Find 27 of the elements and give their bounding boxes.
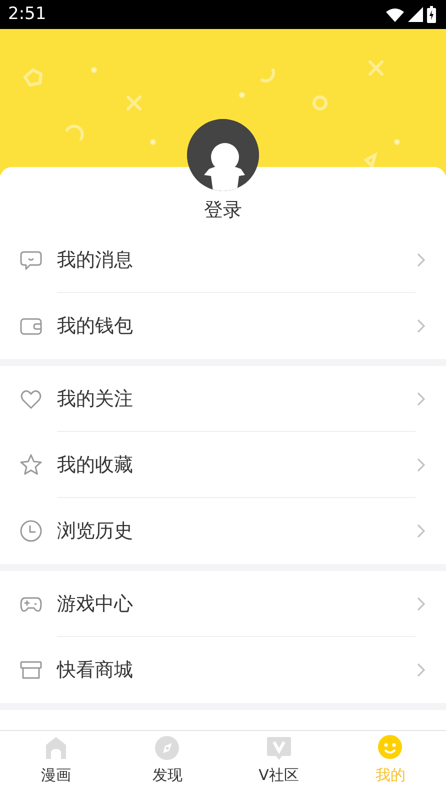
menu-item[interactable]: 我的钱包 (0, 293, 446, 359)
menu-item[interactable]: 快看商城 (0, 637, 446, 703)
smiley-icon (377, 735, 404, 761)
battery-icon (427, 6, 436, 23)
star-icon (19, 453, 43, 477)
chevron-icon (416, 457, 426, 473)
v-bubble-icon (266, 735, 292, 761)
tab[interactable]: V社区 (223, 731, 334, 792)
menu-item[interactable]: 游戏中心 (0, 571, 446, 637)
tab[interactable]: 发现 (112, 731, 223, 792)
signal-icon (408, 7, 423, 22)
status-time: 2:51 (8, 2, 46, 26)
chevron-icon (416, 662, 426, 678)
chevron-icon (416, 523, 426, 539)
login-link[interactable]: 登录 (0, 193, 446, 227)
menu-item[interactable]: 浏览历史 (0, 498, 446, 564)
menu-item[interactable]: 我的消息 (0, 227, 446, 293)
chevron-icon (416, 596, 426, 612)
tab[interactable]: 漫画 (0, 731, 112, 792)
clock-icon (19, 519, 43, 543)
menu-item[interactable]: 我的收藏 (0, 432, 446, 498)
wifi-icon (386, 8, 404, 22)
chevron-icon (416, 318, 426, 334)
compass-icon (154, 735, 180, 761)
chevron-icon (416, 391, 426, 407)
menu-item[interactable]: 我的关注 (0, 366, 446, 432)
chevron-icon (416, 252, 426, 268)
